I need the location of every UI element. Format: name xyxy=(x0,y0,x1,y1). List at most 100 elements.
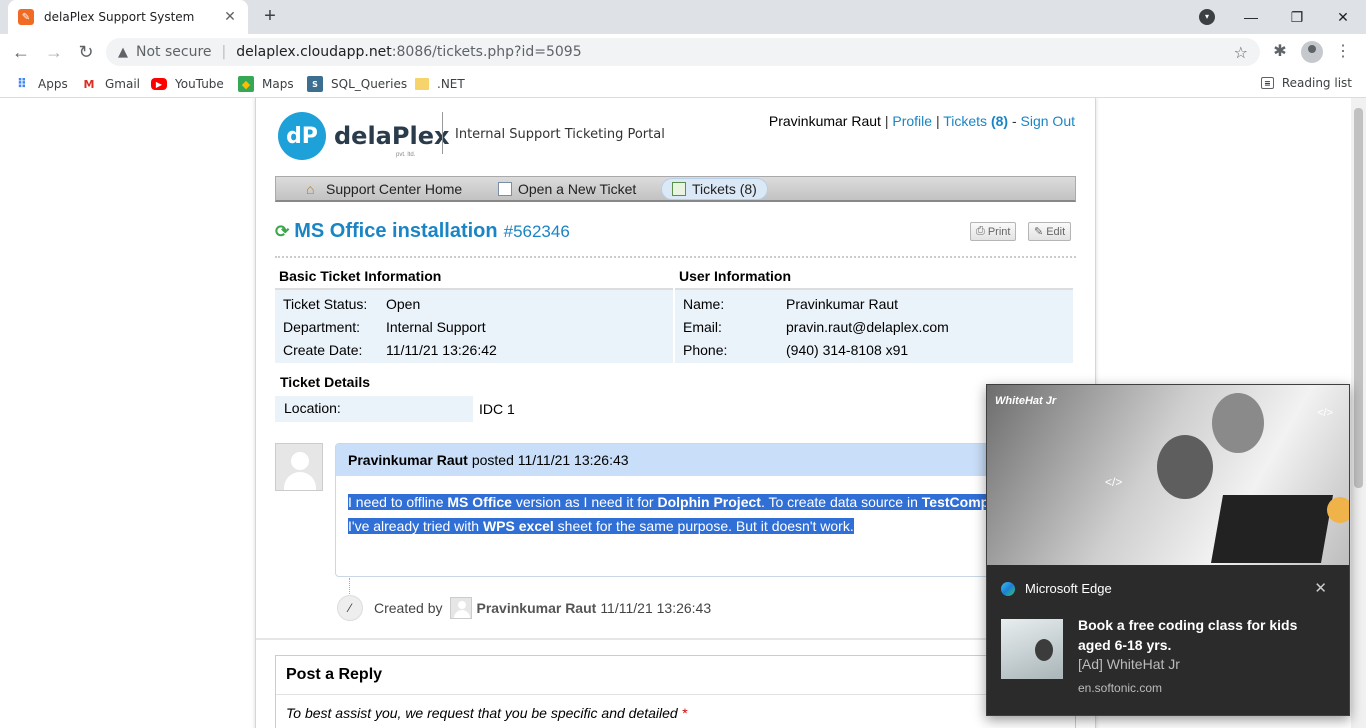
bookmark-dotnet[interactable]: .NET xyxy=(415,76,465,92)
code-bracket-icon: </> xyxy=(1105,475,1123,489)
minimize-button[interactable]: — xyxy=(1228,0,1274,34)
notification-app-bar: Microsoft Edge ✕ xyxy=(987,579,1349,597)
delaplex-logo-mark-icon: dP xyxy=(278,112,326,160)
info-label: Ticket Status: xyxy=(283,295,368,312)
header-divider xyxy=(275,256,1076,258)
new-ticket-icon xyxy=(498,182,512,196)
maps-icon: ◆ xyxy=(238,76,254,92)
thread-event: ⁄ Created by Pravinkumar Raut 11/11/21 1… xyxy=(337,595,711,621)
nav-new-ticket[interactable]: Open a New Ticket xyxy=(488,178,646,200)
info-value: Internal Support xyxy=(386,318,486,335)
notification-app-name: Microsoft Edge xyxy=(1025,581,1112,596)
nav-support-home[interactable]: ⌂ Support Center Home xyxy=(296,178,472,200)
new-tab-button[interactable]: + xyxy=(258,4,282,28)
refresh-icon[interactable]: ⟳ xyxy=(275,222,289,242)
user-info-table: User Information Name: Pravinkumar Raut … xyxy=(675,266,1073,363)
info-value: Open xyxy=(386,295,421,312)
bookmark-label: Maps xyxy=(262,77,294,91)
nav-label: Support Center Home xyxy=(326,181,463,197)
magic-wand-icon: ⁄ xyxy=(337,595,363,621)
info-row: Phone: (940) 314-8108 x91 xyxy=(675,338,1073,361)
tab-search-icon[interactable]: ▾ xyxy=(1199,9,1215,25)
nav-tickets[interactable]: Tickets (8) xyxy=(661,178,768,200)
edit-button[interactable]: ✎ Edit xyxy=(1028,222,1072,241)
info-row: Email: pravin.raut@delaplex.com xyxy=(675,315,1073,338)
reading-list-button[interactable]: ≡ Reading list xyxy=(1260,76,1352,90)
edge-notification[interactable]: WhiteHat Jr </> </> Microsoft Edge ✕ Boo… xyxy=(986,384,1350,716)
bookmark-apps[interactable]: ⠿ Apps xyxy=(14,76,68,92)
print-button[interactable]: ⎙ Print xyxy=(970,222,1017,241)
required-mark: * xyxy=(681,705,688,721)
bookmark-label: Gmail xyxy=(105,77,141,91)
location-row: Location: IDC 1 xyxy=(275,396,1076,422)
bookmark-gmail[interactable]: M Gmail xyxy=(81,76,141,92)
hero-laptop xyxy=(1211,495,1333,563)
bookmark-label: SQL_Queries xyxy=(331,77,408,91)
hero-person-child xyxy=(1157,435,1213,499)
info-label: Phone: xyxy=(683,341,728,358)
thread-message: Pravinkumar Raut posted 11/11/21 13:26:4… xyxy=(335,443,1076,577)
basic-info-heading: Basic Ticket Information xyxy=(275,266,673,290)
info-label: Name: xyxy=(683,295,725,312)
thread-body[interactable]: I need to offline MS Office version as I… xyxy=(336,476,1075,552)
youtube-icon: ▶ xyxy=(151,78,167,90)
address-bar[interactable]: ▲ Not secure | delaplex.cloudapp.net :80… xyxy=(106,38,1260,66)
bookmark-sql-queries[interactable]: S SQL_Queries xyxy=(307,76,407,92)
profile-avatar[interactable] xyxy=(1301,41,1323,63)
nav-label: Open a New Ticket xyxy=(518,181,637,197)
code-glyph-icon: </> xyxy=(1317,407,1333,419)
thread-author: Pravinkumar Raut xyxy=(348,452,468,468)
info-label: Email: xyxy=(683,318,722,335)
event-time: 11/11/21 13:26:43 xyxy=(600,600,712,616)
thread-connector xyxy=(349,578,350,594)
url-path: :8086/tickets.php?id=5095 xyxy=(391,44,582,60)
bookmark-maps[interactable]: ◆ Maps xyxy=(238,76,294,92)
browser-toolbar: ← → ↻ ▲ Not secure | delaplex.cloudapp.n… xyxy=(0,34,1366,70)
info-value: 11/11/21 13:26:42 xyxy=(386,341,497,358)
bookmark-youtube[interactable]: ▶ YouTube xyxy=(151,76,224,92)
page-scrollbar[interactable] xyxy=(1351,98,1366,728)
url-host: delaplex.cloudapp.net xyxy=(236,44,392,60)
notification-close-icon[interactable]: ✕ xyxy=(1314,579,1327,597)
reply-hint: To best assist you, we request that you … xyxy=(286,705,688,721)
reply-title: Post a Reply xyxy=(276,656,1075,695)
edit-label: Edit xyxy=(1046,225,1066,238)
tickets-count: (8) xyxy=(990,113,1009,129)
close-window-button[interactable]: ✕ xyxy=(1320,0,1366,34)
tab-close-icon[interactable]: ✕ xyxy=(222,9,238,25)
logo-text: delaPlex xyxy=(334,122,450,150)
avatar xyxy=(275,443,323,491)
sign-out-link[interactable]: Sign Out xyxy=(1021,113,1075,129)
menu-icon[interactable]: ⋮ xyxy=(1333,42,1353,62)
bookmark-star-icon[interactable]: ☆ xyxy=(1234,43,1248,62)
warning-icon[interactable]: ▲ xyxy=(118,45,128,60)
user-info-heading: User Information xyxy=(675,266,1073,290)
main-nav: ⌂ Support Center Home Open a New Ticket … xyxy=(275,176,1076,202)
notification-source: [Ad] WhiteHat Jr xyxy=(1078,656,1180,672)
delaplex-logo[interactable]: dP delaPlex pvt. ltd. xyxy=(278,112,449,160)
browser-tab[interactable]: ✎ delaPlex Support System ✕ xyxy=(8,0,248,34)
location-label: Location: xyxy=(275,396,473,422)
extensions-icon[interactable]: ✱ xyxy=(1270,42,1290,62)
tickets-link[interactable]: Tickets (8) xyxy=(943,113,1008,129)
info-label: Create Date: xyxy=(283,341,363,358)
info-row: Create Date: 11/11/21 13:26:42 xyxy=(275,338,673,361)
basic-info-table: Basic Ticket Information Ticket Status: … xyxy=(275,266,673,363)
section-divider xyxy=(256,638,1095,640)
not-secure-label[interactable]: Not secure xyxy=(136,44,212,60)
forward-icon[interactable]: → xyxy=(42,40,66,64)
tab-strip: ✎ delaPlex Support System ✕ + ▾ — ❐ ✕ xyxy=(0,0,1366,34)
sql-icon: S xyxy=(307,76,323,92)
whitehat-logo: WhiteHat Jr xyxy=(995,395,1057,407)
scroll-thumb[interactable] xyxy=(1354,108,1363,488)
notification-title[interactable]: Book a free coding class for kids aged 6… xyxy=(1078,615,1328,655)
thread-posted: posted 11/11/21 13:26:43 xyxy=(471,452,629,468)
profile-link[interactable]: Profile xyxy=(892,113,932,129)
reply-form: Post a Reply To best assist you, we requ… xyxy=(275,655,1076,728)
back-icon[interactable]: ← xyxy=(9,40,33,64)
reload-icon[interactable]: ↻ xyxy=(74,40,98,64)
notification-hero-image[interactable]: WhiteHat Jr </> </> xyxy=(987,385,1349,565)
maximize-button[interactable]: ❐ xyxy=(1274,0,1320,34)
ticket-number: #562346 xyxy=(503,222,570,241)
ticket-title[interactable]: MS Office installation xyxy=(294,220,497,243)
